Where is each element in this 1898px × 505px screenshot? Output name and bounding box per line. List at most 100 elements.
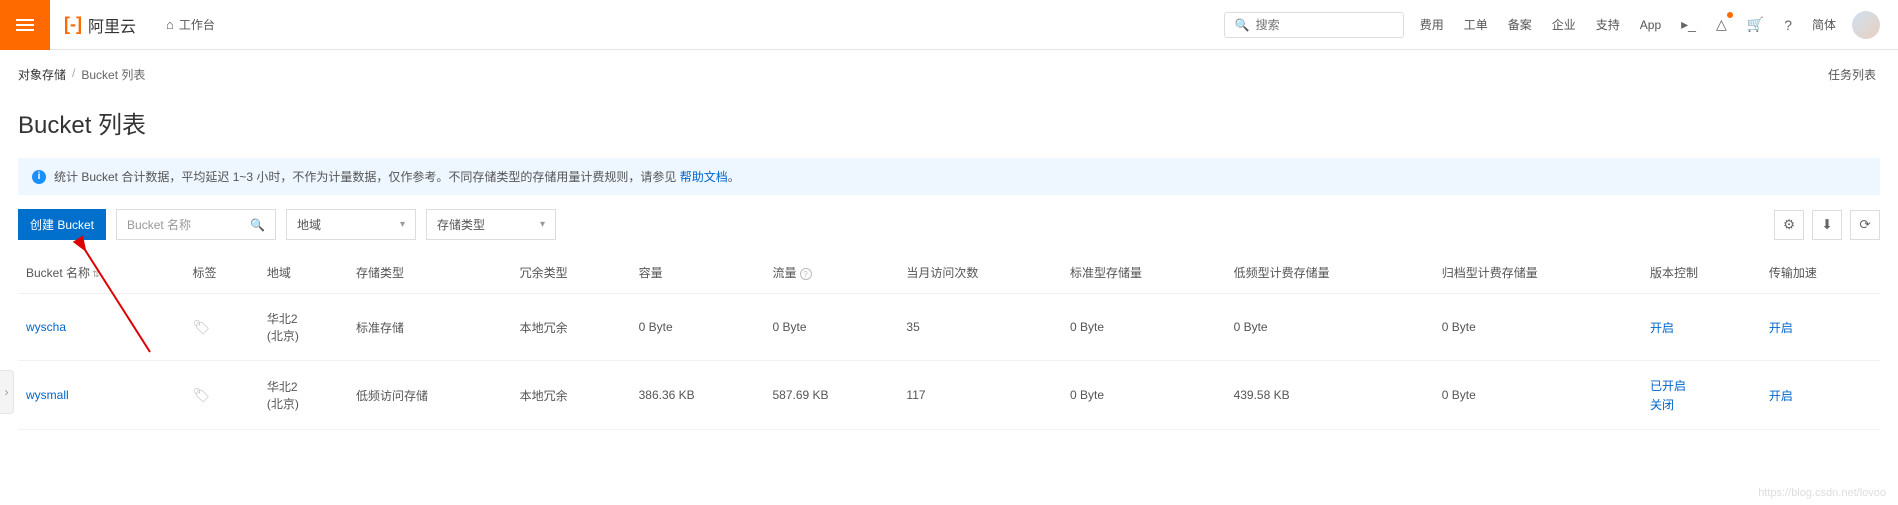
breadcrumb-bar: 对象存储 / Bucket 列表 任务列表 xyxy=(0,50,1898,99)
col-std-store: 标准型存储量 xyxy=(1062,252,1226,294)
worktop-button[interactable]: ⌂ 工作台 xyxy=(156,10,225,39)
accel-action[interactable]: 开启 xyxy=(1769,321,1793,335)
nav-fee[interactable]: 费用 xyxy=(1416,12,1448,37)
toolbar: 创建 Bucket Bucket 名称 🔍 地域 ▾ 存储类型 ▾ ⚙ ⬇ ⟳ xyxy=(0,209,1898,252)
task-list-link[interactable]: 任务列表 xyxy=(1824,62,1880,87)
info-banner: i 统计 Bucket 合计数据，平均延迟 1~3 小时，不作为计量数据，仅作参… xyxy=(18,158,1880,195)
lang-selector[interactable]: 简体 xyxy=(1808,12,1840,37)
home-icon: ⌂ xyxy=(166,17,174,32)
banner-suffix: 。 xyxy=(728,170,740,184)
search-icon: 🔍 xyxy=(1235,18,1250,32)
cell-capacity: 0 Byte xyxy=(631,294,765,361)
table-wrap: Bucket 名称⇅ 标签 地域 存储类型 冗余类型 容量 流量? 当月访问次数… xyxy=(0,252,1898,430)
nav-support[interactable]: 支持 xyxy=(1592,12,1624,37)
col-visits: 当月访问次数 xyxy=(898,252,1062,294)
chevron-down-icon: ▾ xyxy=(540,219,545,230)
download-button[interactable]: ⬇ xyxy=(1812,210,1842,240)
cell-region: 华北2(北京) xyxy=(259,361,348,430)
bucket-table: Bucket 名称⇅ 标签 地域 存储类型 冗余类型 容量 流量? 当月访问次数… xyxy=(18,252,1880,430)
version-action[interactable]: 开启 xyxy=(1650,321,1674,335)
table-header-row: Bucket 名称⇅ 标签 地域 存储类型 冗余类型 容量 流量? 当月访问次数… xyxy=(18,252,1880,294)
accel-action[interactable]: 开启 xyxy=(1769,389,1793,403)
search-box[interactable]: 🔍 xyxy=(1224,12,1404,38)
banner-text-main: 统计 Bucket 合计数据，平均延迟 1~3 小时，不作为计量数据，仅作参考。… xyxy=(54,170,676,184)
col-tags: 标签 xyxy=(184,252,258,294)
notification-icon[interactable]: △ xyxy=(1712,12,1731,37)
cloudshell-icon[interactable]: ▸_ xyxy=(1677,12,1700,37)
cell-redundancy: 本地冗余 xyxy=(512,294,631,361)
cart-icon[interactable]: 🛒 xyxy=(1743,12,1768,37)
col-region: 地域 xyxy=(259,252,348,294)
storage-label: 存储类型 xyxy=(437,216,485,233)
col-archive-store: 归档型计费存储量 xyxy=(1434,252,1642,294)
nav-app[interactable]: App xyxy=(1636,14,1665,36)
cell-accel: 开启 xyxy=(1761,294,1880,361)
col-lowfreq-store: 低频型计费存储量 xyxy=(1226,252,1434,294)
cell-storage-type: 低频访问存储 xyxy=(348,361,512,430)
create-bucket-button[interactable]: 创建 Bucket xyxy=(18,209,106,240)
cell-visits: 35 xyxy=(898,294,1062,361)
region-select[interactable]: 地域 ▾ xyxy=(286,209,416,240)
gear-icon: ⚙ xyxy=(1783,217,1795,233)
nav-beian[interactable]: 备案 xyxy=(1504,12,1536,37)
watermark: https://blog.csdn.net/lovoo xyxy=(1758,487,1886,499)
version-close-action[interactable]: 关闭 xyxy=(1650,396,1753,413)
table-row: wyscha 🏷 华北2(北京) 标准存储 本地冗余 0 Byte 0 Byte… xyxy=(18,294,1880,361)
refresh-button[interactable]: ⟳ xyxy=(1850,210,1880,240)
logo-area[interactable]: [-] 阿里云 xyxy=(50,13,150,37)
download-icon: ⬇ xyxy=(1821,217,1832,233)
cell-lowfreq-store: 439.58 KB xyxy=(1226,361,1434,430)
breadcrumb-parent[interactable]: 对象存储 xyxy=(18,66,66,83)
table-row: wysmall 🏷 华北2(北京) 低频访问存储 本地冗余 386.36 KB … xyxy=(18,361,1880,430)
col-traffic: 流量? xyxy=(765,252,899,294)
col-name[interactable]: Bucket 名称⇅ xyxy=(18,252,184,294)
col-storage-type: 存储类型 xyxy=(348,252,512,294)
cell-region: 华北2(北京) xyxy=(259,294,348,361)
cell-traffic: 587.69 KB xyxy=(765,361,899,430)
chevron-right-icon: › xyxy=(5,385,9,399)
top-header: [-] 阿里云 ⌂ 工作台 🔍 费用 工单 备案 企业 支持 App ▸_ △ … xyxy=(0,0,1898,50)
info-icon: i xyxy=(32,170,46,184)
avatar[interactable] xyxy=(1852,11,1880,39)
version-action[interactable]: 已开启 xyxy=(1650,379,1686,393)
search-input[interactable] xyxy=(1256,18,1393,32)
breadcrumb-current: Bucket 列表 xyxy=(81,66,145,83)
banner-help-link[interactable]: 帮助文档 xyxy=(680,170,728,184)
settings-button[interactable]: ⚙ xyxy=(1774,210,1804,240)
nav-enterprise[interactable]: 企业 xyxy=(1548,12,1580,37)
sort-icon: ⇅ xyxy=(92,269,100,279)
logo-icon: [-] xyxy=(64,14,82,35)
tag-icon[interactable]: 🏷 xyxy=(192,387,210,403)
cell-storage-type: 标准存储 xyxy=(348,294,512,361)
cell-std-store: 0 Byte xyxy=(1062,294,1226,361)
nav-ticket[interactable]: 工单 xyxy=(1460,12,1492,37)
cell-version: 开启 xyxy=(1642,294,1761,361)
bucket-name-filter[interactable]: Bucket 名称 🔍 xyxy=(116,209,276,240)
cell-version: 已开启关闭 xyxy=(1642,361,1761,430)
storage-type-select[interactable]: 存储类型 ▾ xyxy=(426,209,556,240)
col-redundancy: 冗余类型 xyxy=(512,252,631,294)
cell-archive-store: 0 Byte xyxy=(1434,361,1642,430)
toolbar-right: ⚙ ⬇ ⟳ xyxy=(1774,210,1880,240)
tag-icon[interactable]: 🏷 xyxy=(192,319,210,335)
header-right: 🔍 费用 工单 备案 企业 支持 App ▸_ △ 🛒 ? 简体 xyxy=(1224,11,1898,39)
bucket-name-link[interactable]: wyscha xyxy=(26,320,66,334)
cell-lowfreq-store: 0 Byte xyxy=(1226,294,1434,361)
breadcrumb-sep: / xyxy=(72,66,75,83)
col-version: 版本控制 xyxy=(1642,252,1761,294)
cell-std-store: 0 Byte xyxy=(1062,361,1226,430)
worktop-label: 工作台 xyxy=(179,16,215,33)
cell-capacity: 386.36 KB xyxy=(631,361,765,430)
cell-accel: 开启 xyxy=(1761,361,1880,430)
cell-traffic: 0 Byte xyxy=(765,294,899,361)
page-title: Bucket 列表 xyxy=(0,99,1898,158)
help-icon[interactable]: ? xyxy=(1780,13,1796,37)
banner-text: 统计 Bucket 合计数据，平均延迟 1~3 小时，不作为计量数据，仅作参考。… xyxy=(54,168,740,185)
bucket-name-link[interactable]: wysmall xyxy=(26,388,69,402)
logo-text: 阿里云 xyxy=(88,13,136,37)
hamburger-menu-button[interactable] xyxy=(0,0,50,50)
help-icon[interactable]: ? xyxy=(800,268,812,280)
col-accel: 传输加速 xyxy=(1761,252,1880,294)
filter-placeholder: Bucket 名称 xyxy=(127,216,191,233)
side-expand-handle[interactable]: › xyxy=(0,370,14,414)
